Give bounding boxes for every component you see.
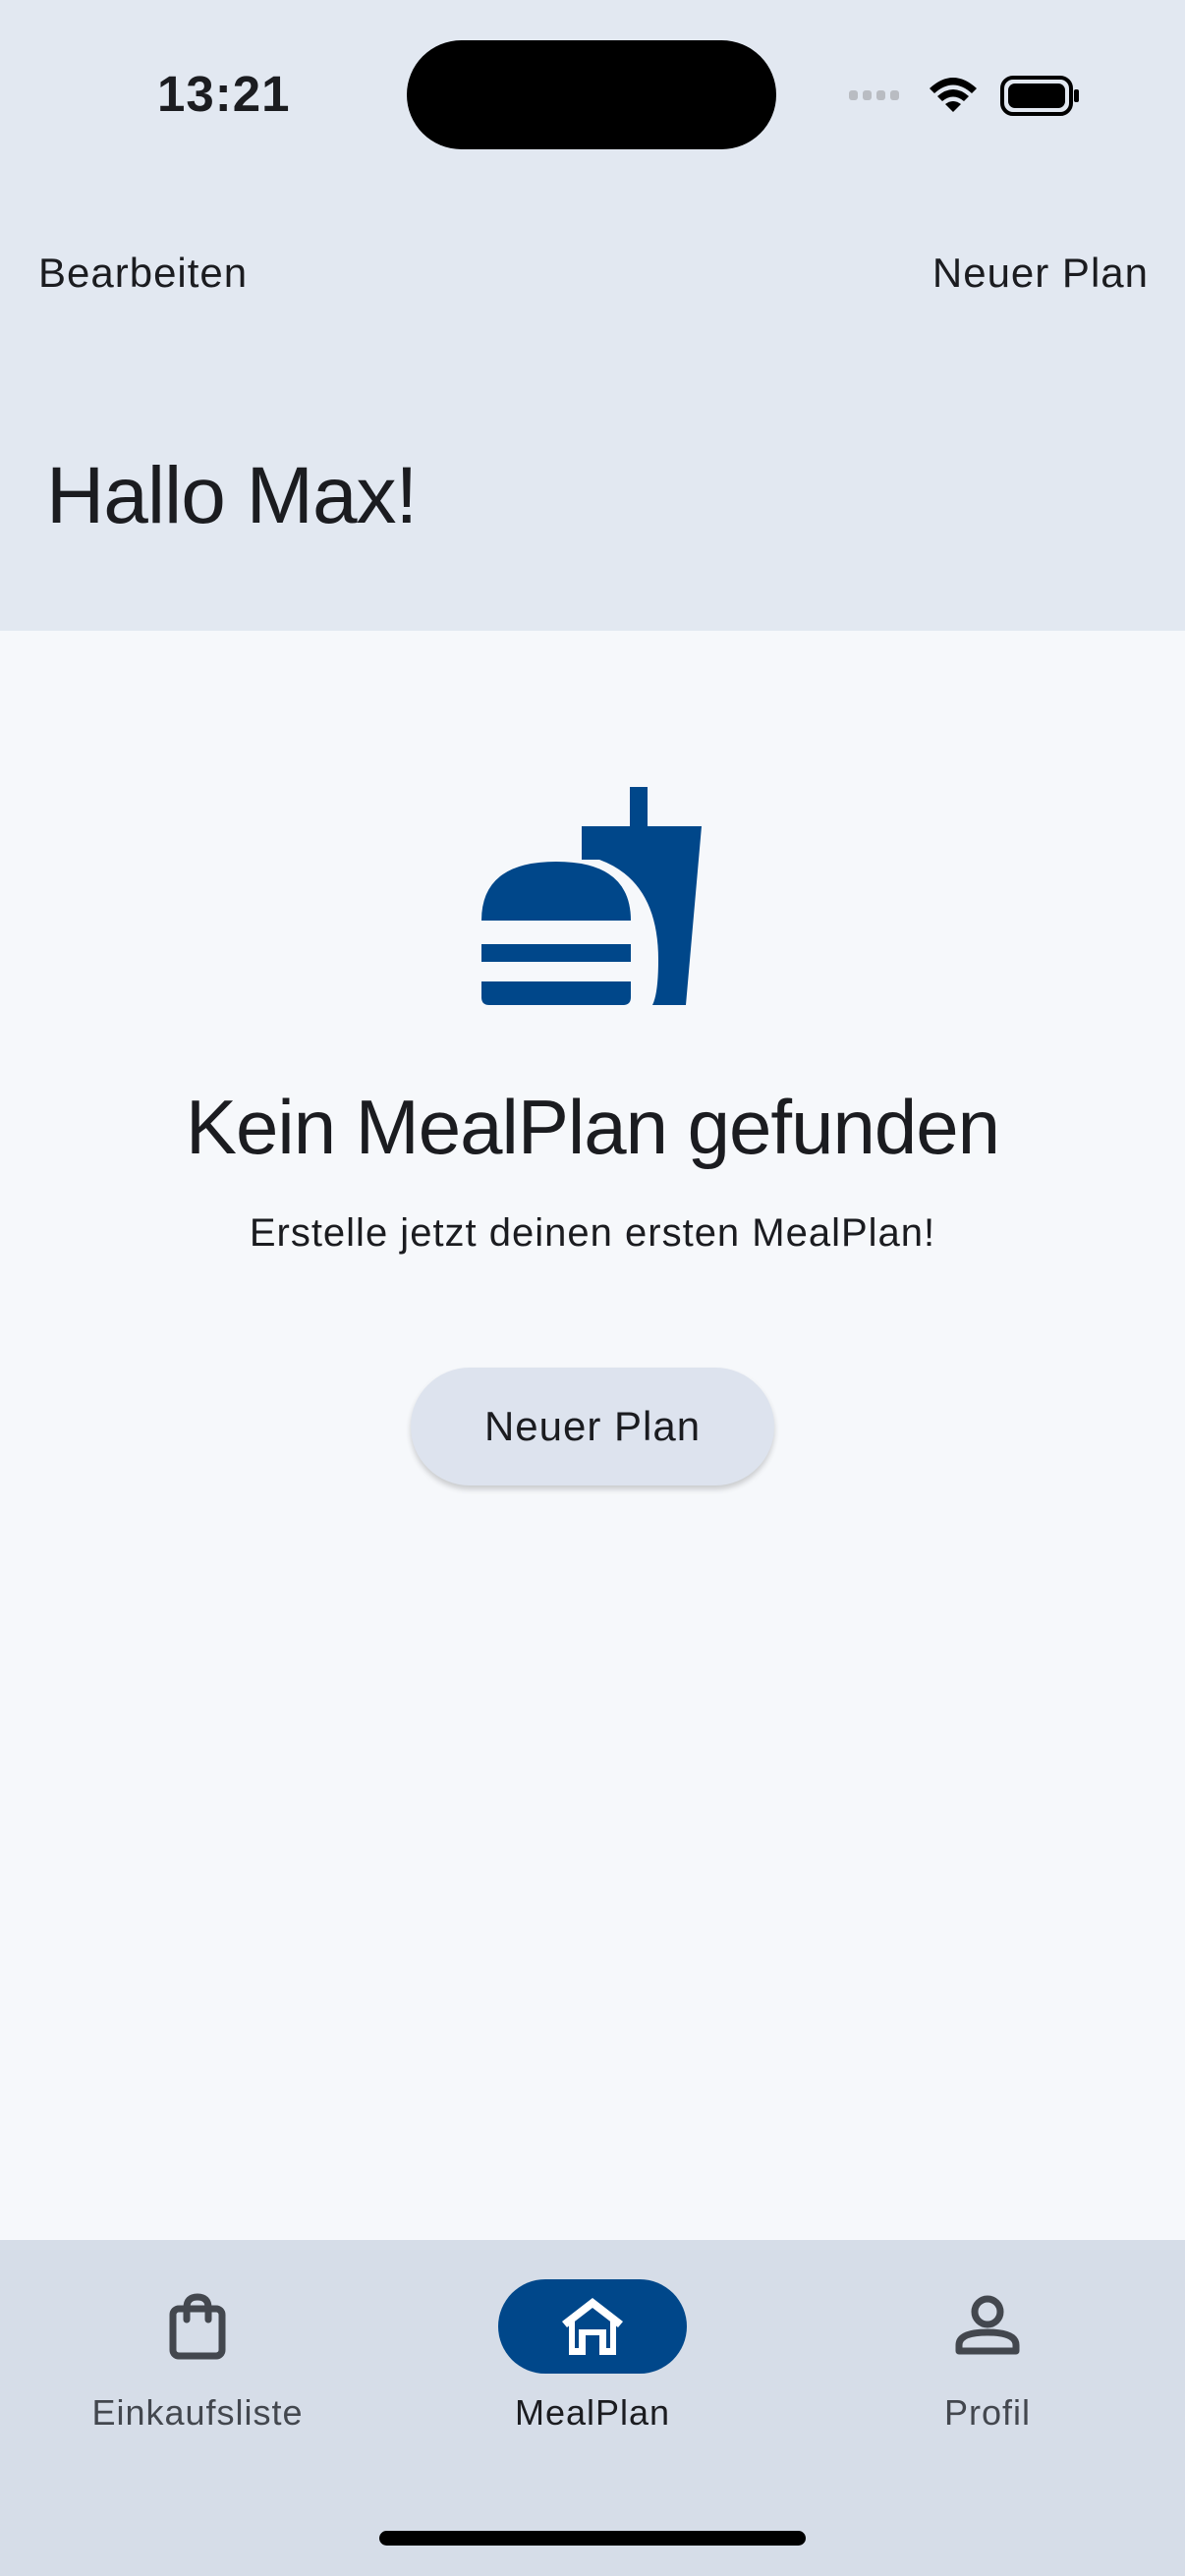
wifi-icon (930, 78, 977, 112)
home-indicator[interactable] (379, 2531, 806, 2546)
new-plan-button[interactable]: Neuer Plan (411, 1368, 774, 1485)
new-plan-nav-button[interactable]: Neuer Plan (932, 250, 1149, 297)
dynamic-island (407, 40, 776, 149)
page-title: Hallo Max! (46, 451, 418, 540)
status-time: 13:21 (157, 66, 291, 122)
bottom-navigation: Einkaufsliste MealPlan Profil (0, 2240, 1185, 2576)
tab-label: Profil (943, 2392, 1032, 2433)
app-header: 13:21 Bearbeiten Neuer Plan Hallo Max! (0, 0, 1185, 631)
status-icons (849, 76, 1079, 116)
tab-profil[interactable]: Profil (790, 2240, 1185, 2456)
empty-state-title: Kein MealPlan gefunden (186, 1084, 1000, 1170)
main-content: Kein MealPlan gefunden Erstelle jetzt de… (0, 631, 1185, 2240)
empty-state-subtitle: Erstelle jetzt deinen ersten MealPlan! (249, 1211, 936, 1255)
shopping-bag-icon (169, 2293, 226, 2360)
edit-button[interactable]: Bearbeiten (38, 250, 248, 297)
fastfood-icon (481, 787, 702, 1005)
tab-mealplan[interactable]: MealPlan (395, 2240, 790, 2456)
tab-label: MealPlan (514, 2392, 671, 2433)
home-icon (562, 2298, 623, 2355)
battery-icon (1000, 76, 1079, 116)
cellular-signal-icon (849, 90, 899, 100)
tab-einkaufsliste[interactable]: Einkaufsliste (0, 2240, 395, 2456)
person-icon (955, 2295, 1020, 2355)
tab-label: Einkaufsliste (91, 2392, 304, 2433)
